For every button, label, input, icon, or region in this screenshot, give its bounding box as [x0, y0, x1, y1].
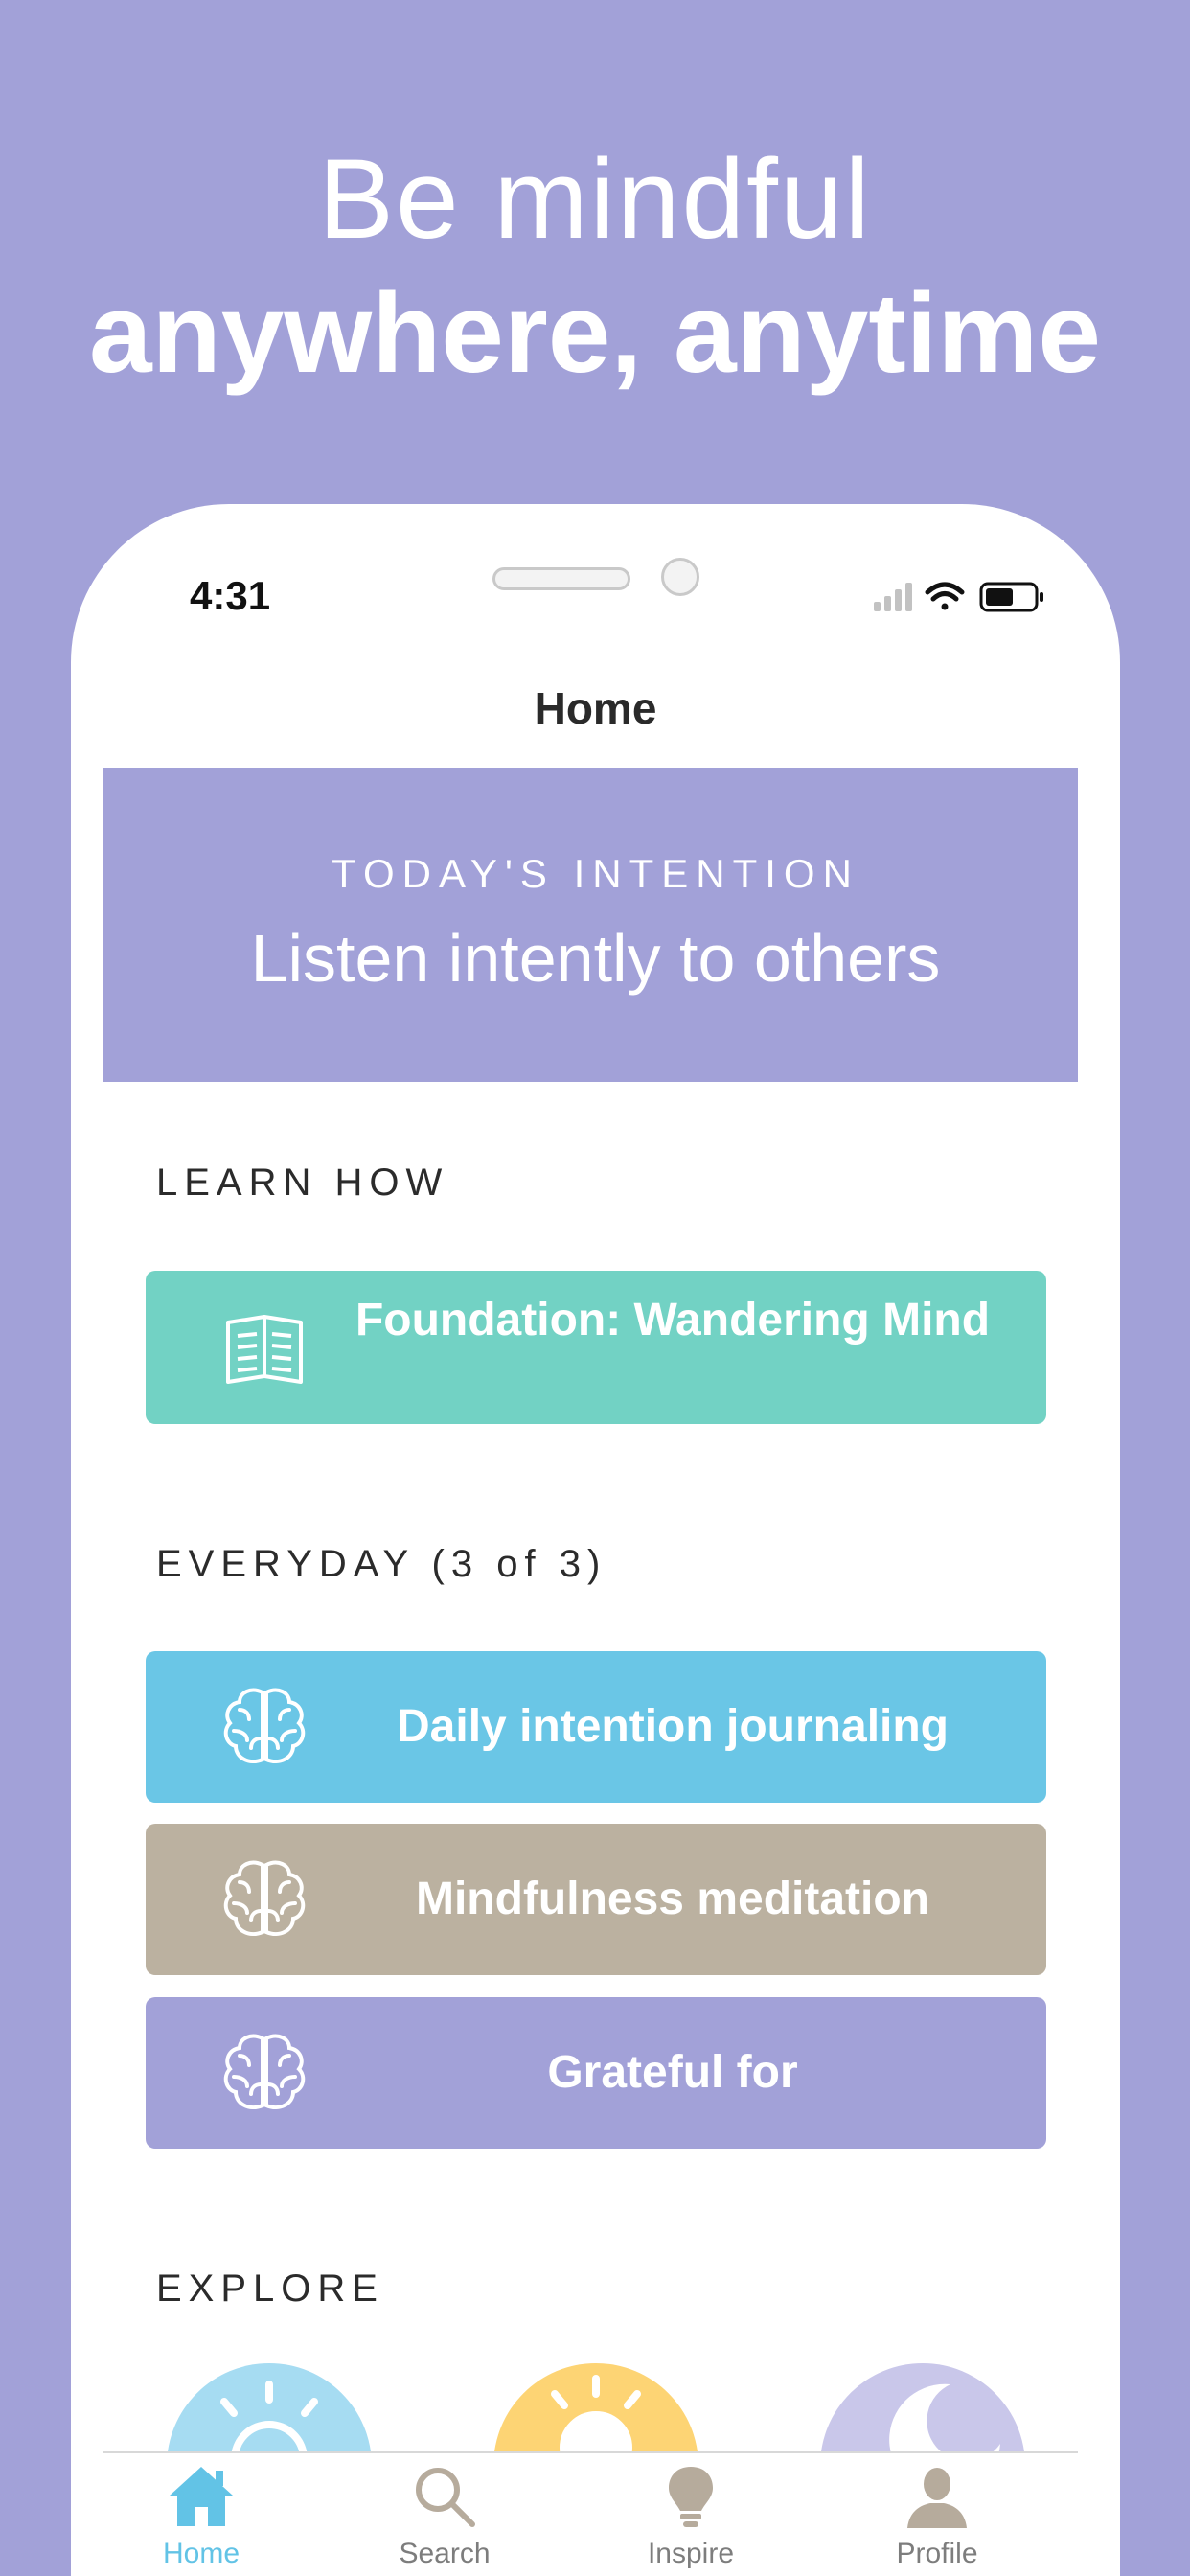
tab-bar: Home Search Inspire Profile: [103, 2451, 1078, 2576]
explore-heading: EXPLORE: [156, 2267, 384, 2310]
status-time: 4:31: [190, 573, 271, 618]
everyday-item-label: Mindfulness meditation: [415, 1874, 929, 1924]
everyday-item-grateful[interactable]: Grateful for: [146, 1997, 1046, 2149]
explore-row: [71, 2363, 1120, 2568]
tab-label: Profile: [896, 2538, 978, 2569]
intention-text: Listen intently to others: [250, 921, 941, 996]
foundation-card-label: Foundation: Wandering Mind: [355, 1295, 991, 1346]
tab-label: Home: [162, 2538, 240, 2569]
search-icon: [416, 2468, 475, 2527]
cellular-signal-icon: [874, 583, 912, 611]
phone-speaker: [492, 567, 630, 590]
tab-search[interactable]: Search: [349, 2463, 540, 2570]
promo-subheadline: anywhere, anytime: [89, 270, 1101, 397]
everyday-heading: EVERYDAY (3 of 3): [156, 1543, 607, 1585]
brain-icon: [223, 1860, 306, 1937]
tab-inspire[interactable]: Inspire: [595, 2463, 787, 2570]
brain-icon: [223, 1688, 306, 1764]
status-icons: [874, 582, 1043, 612]
nav-title: Home: [534, 683, 657, 733]
tab-profile[interactable]: Profile: [841, 2463, 1033, 2570]
phone-frame: 4:31 Home TODAY'S INTENTION Listen inten…: [71, 504, 1120, 2576]
tab-home[interactable]: Home: [105, 2463, 297, 2570]
everyday-item-meditation[interactable]: Mindfulness meditation: [146, 1824, 1046, 1975]
home-icon: [170, 2467, 233, 2526]
foundation-card[interactable]: Foundation: Wandering Mind: [146, 1271, 1046, 1424]
everyday-item-label: Grateful for: [547, 2047, 798, 2098]
promo-headline: Be mindful: [318, 136, 872, 263]
tab-label: Inspire: [647, 2538, 735, 2569]
lightbulb-icon: [669, 2467, 713, 2527]
profile-icon: [907, 2468, 967, 2528]
phone-camera: [661, 558, 699, 596]
tab-label: Search: [399, 2538, 491, 2569]
brain-icon: [223, 2034, 306, 2110]
wifi-icon: [925, 582, 965, 610]
book-icon: [226, 1315, 303, 1384]
everyday-item-label: Daily intention journaling: [397, 1701, 949, 1752]
battery-icon: [979, 582, 1043, 612]
intention-label: TODAY'S INTENTION: [332, 851, 859, 896]
everyday-item-journaling[interactable]: Daily intention journaling: [146, 1651, 1046, 1803]
learn-how-heading: LEARN HOW: [156, 1162, 449, 1204]
